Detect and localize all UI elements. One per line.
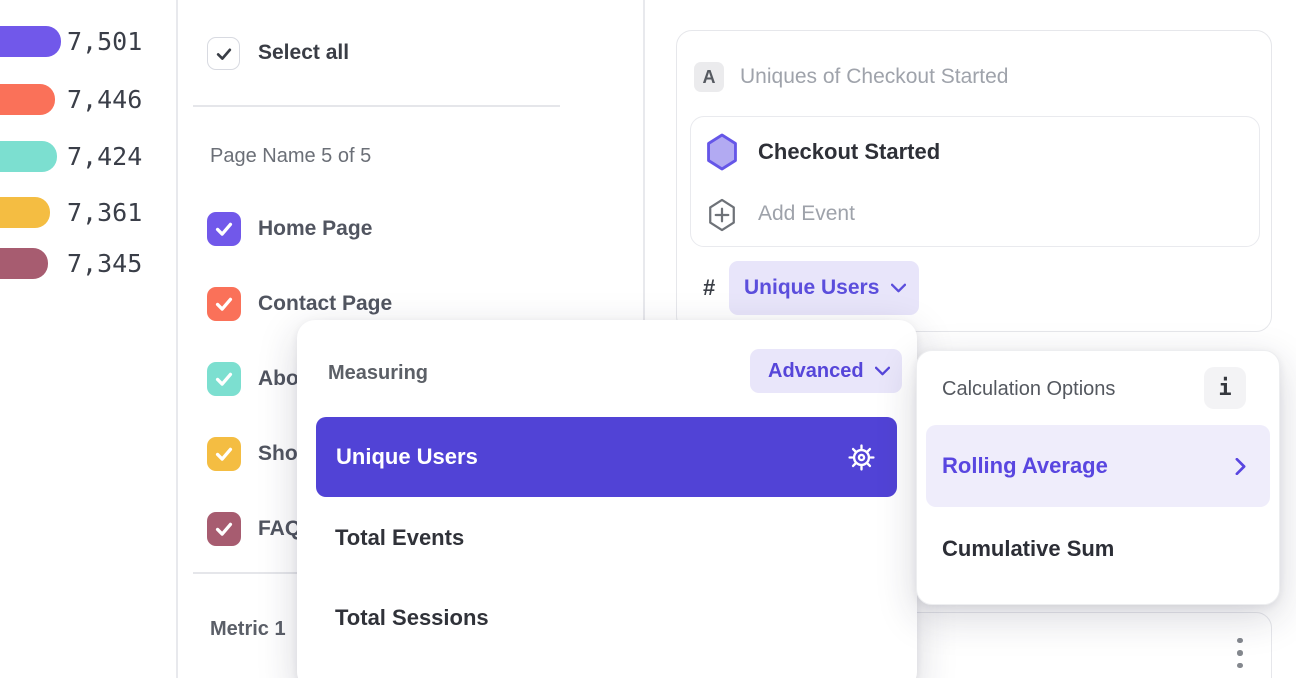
measure-dropdown-label: Unique Users [744, 276, 879, 300]
series-badge: A [694, 62, 724, 92]
menu-item-label: Unique Users [336, 444, 478, 470]
chart-bar-value: 7,345 [67, 248, 142, 279]
chart-bar[interactable] [0, 84, 55, 115]
checkbox-faq-page[interactable] [207, 512, 241, 546]
checkbox-label: Abo [258, 362, 299, 396]
chart-bar[interactable] [0, 141, 57, 172]
advanced-dropdown-label: Advanced [768, 360, 864, 383]
calculation-options-menu: Calculation Options i Rolling Average Cu… [916, 350, 1280, 605]
advanced-dropdown-button[interactable]: Advanced [750, 349, 902, 393]
chart-bar-value: 7,361 [67, 197, 142, 228]
check-icon [213, 518, 235, 540]
checkbox-label: Sho [258, 437, 298, 471]
select-all-label: Select all [258, 36, 349, 70]
section-divider [193, 105, 560, 107]
menu-item-total-sessions[interactable]: Total Sessions [335, 603, 489, 633]
measuring-menu-title: Measuring [328, 360, 428, 386]
checkbox-label: Home Page [258, 212, 372, 246]
chart-bar-value: 7,446 [67, 84, 142, 115]
menu-item-total-events[interactable]: Total Events [335, 523, 464, 553]
panel-divider [176, 0, 178, 678]
checkbox-home-page[interactable] [207, 212, 241, 246]
gear-icon[interactable] [848, 444, 875, 471]
check-icon [213, 218, 235, 240]
group-by-label: Page Name 5 of 5 [210, 145, 371, 168]
kebab-menu-icon[interactable] [1230, 634, 1250, 672]
checkbox-contact-page[interactable] [207, 287, 241, 321]
check-icon [213, 368, 235, 390]
measuring-menu: Measuring Advanced Unique Users [297, 320, 917, 678]
chart-bar[interactable] [0, 26, 61, 57]
select-all-checkbox[interactable] [207, 37, 240, 70]
chart-bar[interactable] [0, 197, 50, 228]
plus-hexagon-icon[interactable] [706, 198, 738, 232]
checkbox-shop-page[interactable] [207, 437, 241, 471]
chart-bar-value: 7,501 [67, 26, 142, 57]
info-icon[interactable]: i [1204, 367, 1246, 409]
hexagon-icon[interactable] [705, 133, 739, 171]
checkbox-label: FAQ [258, 512, 301, 546]
check-icon [213, 443, 235, 465]
measure-dropdown-button[interactable]: Unique Users [729, 261, 919, 315]
analytics-screen: 7,501 7,446 7,424 7,361 7,345 Select all… [0, 0, 1296, 678]
check-icon [213, 293, 235, 315]
event-name[interactable]: Checkout Started [758, 138, 940, 166]
calculation-options-title: Calculation Options [942, 376, 1115, 402]
series-name-input[interactable]: Uniques of Checkout Started [740, 62, 1009, 92]
check-icon [214, 44, 234, 64]
metric-footer-label: Metric 1 [210, 618, 286, 641]
checkbox-about-page[interactable] [207, 362, 241, 396]
chevron-down-icon [891, 283, 906, 293]
chart-bar-value: 7,424 [67, 141, 142, 172]
menu-item-cumulative-sum[interactable]: Cumulative Sum [942, 534, 1114, 564]
chevron-down-icon [875, 366, 890, 376]
menu-item-unique-users[interactable]: Unique Users [316, 417, 897, 497]
measure-type-symbol: # [703, 274, 715, 302]
add-event-button[interactable]: Add Event [758, 200, 855, 228]
menu-item-rolling-average[interactable]: Rolling Average [926, 425, 1270, 507]
chevron-right-icon [1235, 458, 1246, 475]
chart-bar[interactable] [0, 248, 48, 279]
menu-item-label: Rolling Average [942, 453, 1108, 479]
checkbox-label: Contact Page [258, 287, 392, 321]
